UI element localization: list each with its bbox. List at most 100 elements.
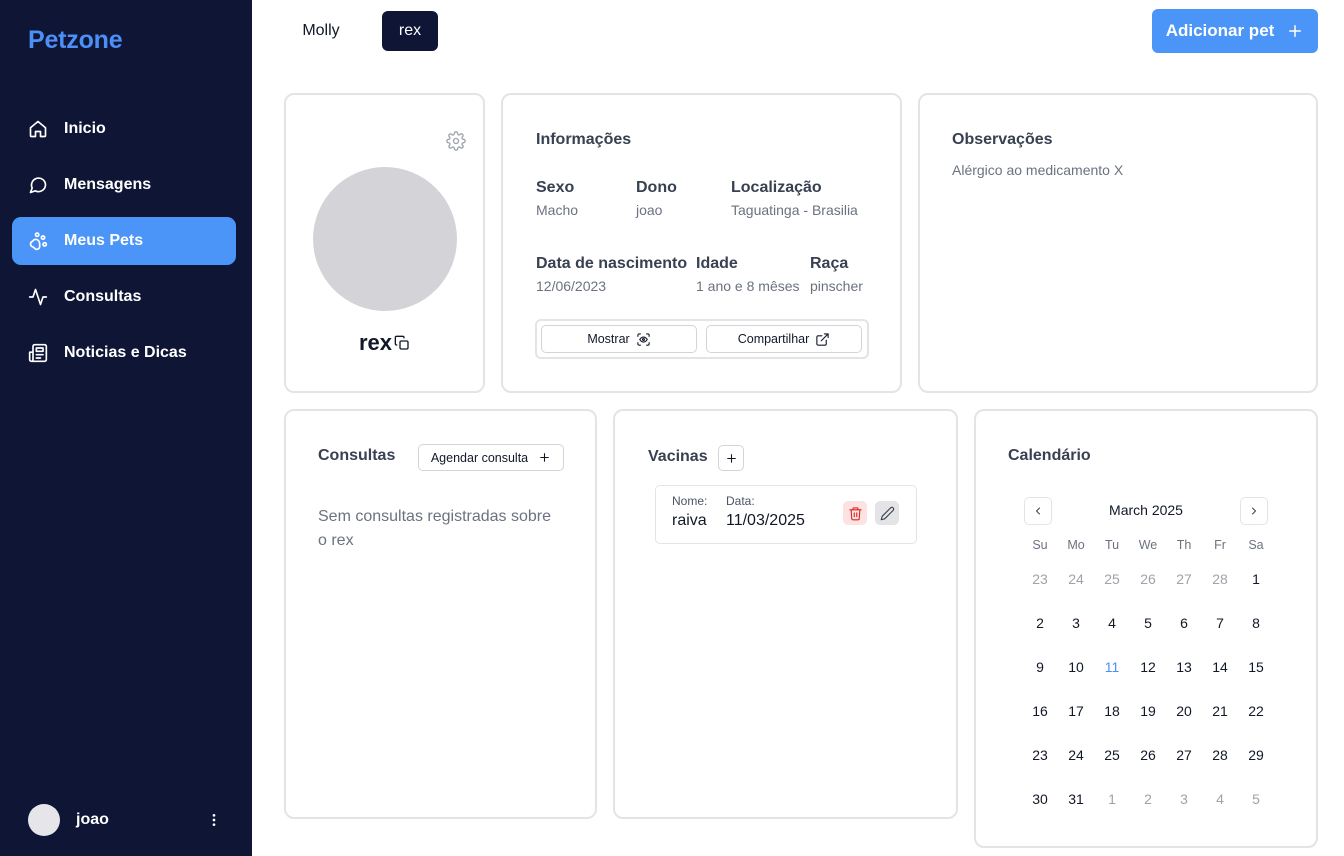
eye-scan-icon — [637, 332, 650, 346]
calendar-weekday: Su — [1032, 538, 1048, 552]
calendar-day[interactable]: 21 — [1202, 689, 1238, 733]
user-profile[interactable]: joao — [28, 804, 224, 836]
observations-title: Observações — [952, 131, 1053, 148]
calendar-day[interactable]: 16 — [1022, 689, 1058, 733]
sidebar-item-mensagens[interactable]: Mensagens — [12, 161, 236, 209]
consultas-card: Consultas Agendar consulta Sem consultas… — [284, 409, 597, 819]
pet-tab-rex[interactable]: rex — [382, 11, 438, 51]
calendar-day[interactable]: 25 — [1094, 733, 1130, 777]
pet-avatar — [313, 167, 457, 311]
field-label-nascimento: Data de nascimento — [536, 255, 688, 272]
calendar-day[interactable]: 24 — [1058, 733, 1094, 777]
plus-icon — [726, 453, 736, 463]
calendar-day[interactable]: 4 — [1094, 601, 1130, 645]
chevron-left-icon — [1036, 507, 1040, 515]
calendar-card: Calendário March 2025 Su Mo Tu We Th Fr Sa 23 24… — [974, 409, 1318, 848]
calendar-day[interactable]: 15 — [1238, 645, 1274, 689]
empty-appointments-text: Sem consultas registradas sobre o rex — [318, 508, 551, 549]
calendar-day[interactable]: 25 — [1094, 557, 1130, 601]
calendar-month: March 2025 — [1109, 502, 1183, 518]
add-pet-button[interactable]: Adicionar pet — [1152, 9, 1318, 53]
calendar-day[interactable]: 17 — [1058, 689, 1094, 733]
calendar-day[interactable]: 4 — [1202, 777, 1238, 821]
add-vaccine-button[interactable] — [718, 445, 744, 471]
vaccine-date-label: Data: — [726, 494, 755, 508]
sidebar-item-consultas[interactable]: Consultas — [12, 273, 236, 321]
calendar-day[interactable]: 1 — [1094, 777, 1130, 821]
message-circle-icon — [28, 175, 48, 195]
edit-vaccine-button[interactable] — [875, 501, 899, 525]
calendar-day[interactable]: 24 — [1058, 557, 1094, 601]
calendar-day[interactable]: 20 — [1166, 689, 1202, 733]
newspaper-icon — [28, 343, 48, 363]
calendar-day[interactable]: 2 — [1022, 601, 1058, 645]
delete-vaccine-button[interactable] — [843, 501, 867, 525]
sidebar-item-noticias[interactable]: Noticias e Dicas — [12, 329, 236, 377]
calendar-next-button[interactable] — [1240, 497, 1268, 525]
user-name: joao — [76, 811, 109, 828]
vacinas-title: Vacinas — [648, 448, 708, 465]
field-label-idade: Idade — [696, 255, 738, 272]
calendar-day[interactable]: 11 — [1094, 645, 1130, 689]
calendar-day[interactable]: 19 — [1130, 689, 1166, 733]
calendar-day[interactable]: 14 — [1202, 645, 1238, 689]
info-card: Informações Sexo Macho Dono joao Localiz… — [501, 93, 902, 393]
more-vertical-icon[interactable] — [204, 810, 224, 830]
calendar-day[interactable]: 3 — [1058, 601, 1094, 645]
calendar-day[interactable]: 28 — [1202, 557, 1238, 601]
calendar-day[interactable]: 23 — [1022, 557, 1058, 601]
external-link-icon — [816, 332, 829, 346]
pet-name: rex — [358, 330, 393, 355]
calendar-day[interactable]: 18 — [1094, 689, 1130, 733]
calendar-day[interactable]: 8 — [1238, 601, 1274, 645]
calendar-day[interactable]: 2 — [1130, 777, 1166, 821]
calendar-day[interactable]: 9 — [1022, 645, 1058, 689]
calendar-day[interactable]: 27 — [1166, 557, 1202, 601]
paw-icon — [28, 231, 48, 251]
field-label-dono: Dono — [636, 179, 677, 196]
sidebar-item-meus-pets[interactable]: Meus Pets — [12, 217, 236, 265]
trash-icon — [848, 506, 862, 520]
calendar-day[interactable]: 3 — [1166, 777, 1202, 821]
vaccine-name-label: Nome: — [672, 494, 708, 508]
calendar-day[interactable]: 29 — [1238, 733, 1274, 777]
calendar-day[interactable]: 12 — [1130, 645, 1166, 689]
vaccine-date: 11/03/2025 — [726, 512, 805, 529]
calendar-day[interactable]: 22 — [1238, 689, 1274, 733]
sidebar: Petzone Inicio Mensagens Meus Pets Consu… — [0, 0, 252, 856]
calendar-day[interactable]: 31 — [1058, 777, 1094, 821]
sidebar-item-label: Mensagens — [64, 176, 152, 193]
vacinas-card: Vacinas Nome: raiva Data: 11/03/2025 — [613, 409, 958, 819]
calendar-day[interactable]: 26 — [1130, 557, 1166, 601]
field-value-dono: joao — [636, 202, 663, 218]
calendar-day[interactable]: 28 — [1202, 733, 1238, 777]
calendar-day[interactable]: 10 — [1058, 645, 1094, 689]
sidebar-item-inicio[interactable]: Inicio — [12, 105, 236, 153]
show-button[interactable]: Mostrar — [541, 325, 697, 353]
schedule-appointment-button[interactable]: Agendar consulta — [418, 444, 564, 471]
gear-icon[interactable] — [446, 131, 466, 151]
calendar-day[interactable]: 13 — [1166, 645, 1202, 689]
calendar-day[interactable]: 26 — [1130, 733, 1166, 777]
calendar-day[interactable]: 1 — [1238, 557, 1274, 601]
calendar-day[interactable]: 30 — [1022, 777, 1058, 821]
brand-logo[interactable]: Petzone — [28, 26, 123, 55]
calendar-weekday: Tu — [1104, 538, 1120, 552]
calendar-day[interactable]: 6 — [1166, 601, 1202, 645]
calendar-title: Calendário — [1008, 447, 1091, 464]
calendar-day[interactable]: 27 — [1166, 733, 1202, 777]
pet-tab-molly[interactable]: Molly — [285, 11, 357, 51]
home-icon — [28, 119, 48, 139]
calendar-day[interactable]: 7 — [1202, 601, 1238, 645]
calendar-day[interactable]: 5 — [1130, 601, 1166, 645]
profile-card: rex — [284, 93, 485, 393]
sidebar-item-label: Inicio — [64, 120, 106, 137]
consultas-title: Consultas — [318, 447, 396, 464]
field-value-nascimento: 12/06/2023 — [536, 278, 607, 294]
calendar-day[interactable]: 5 — [1238, 777, 1274, 821]
share-button[interactable]: Compartilhar — [706, 325, 862, 353]
calendar-day[interactable]: 23 — [1022, 733, 1058, 777]
copy-icon[interactable] — [394, 329, 410, 357]
calendar-weekday: We — [1138, 538, 1158, 552]
field-value-sexo: Macho — [536, 202, 579, 218]
